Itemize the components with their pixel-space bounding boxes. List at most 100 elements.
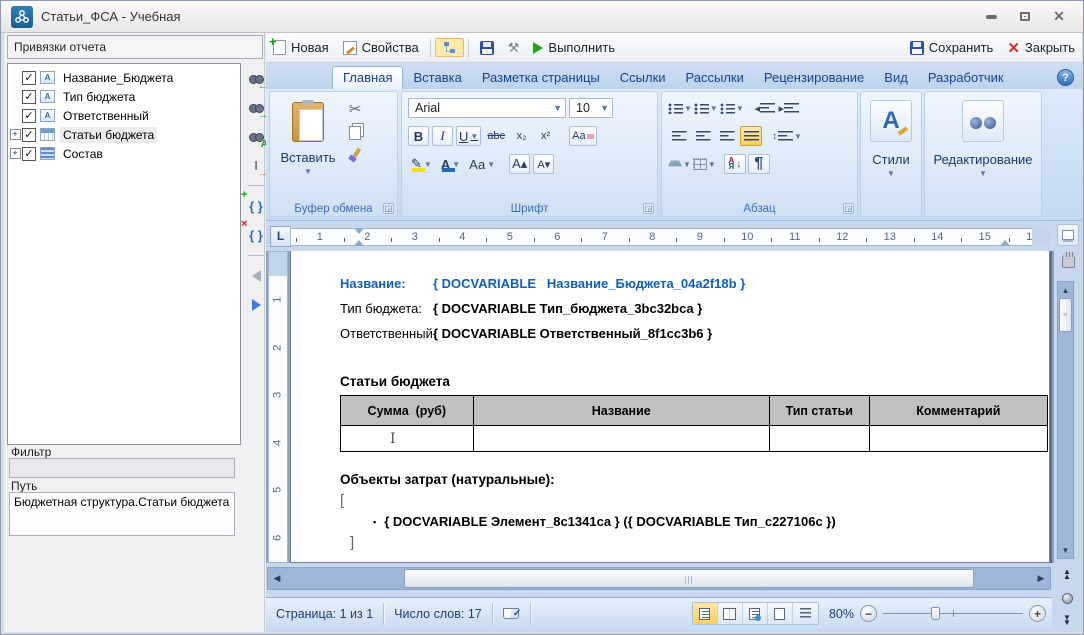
vertical-scroll-thumb[interactable]: ≡: [1059, 298, 1072, 332]
tab-glavnaya[interactable]: Главная: [332, 66, 403, 89]
tab-ssylki[interactable]: Ссылки: [610, 67, 676, 89]
font-family-select[interactable]: Arial▼: [408, 98, 566, 118]
font-color-button[interactable]: А▼: [438, 154, 463, 174]
vertical-scrollbar[interactable]: ▲ ≡ ▼: [1057, 281, 1074, 559]
align-center-button[interactable]: [692, 126, 714, 146]
expand-icon[interactable]: +: [10, 129, 21, 140]
checkbox-checked-icon[interactable]: ✓: [22, 71, 36, 85]
checkbox-checked-icon[interactable]: ✓: [22, 90, 36, 104]
bullets-button[interactable]: ▼: [668, 98, 692, 118]
run-report-button[interactable]: Выполнить: [526, 38, 622, 57]
zoom-in-button[interactable]: +: [1029, 605, 1046, 622]
font-size-select[interactable]: 10▼: [569, 98, 613, 118]
increase-indent-button[interactable]: ▸: [778, 98, 800, 118]
horizontal-scrollbar[interactable]: ◀ ||| ▶: [267, 567, 1051, 590]
scroll-up-arrow[interactable]: ▲: [1058, 282, 1073, 298]
previous-page-button[interactable]: ▲▲: [1057, 569, 1077, 579]
navigate-forward-button[interactable]: [246, 294, 266, 316]
tree-item-nazvanie-byudzheta[interactable]: ✓ A Название_Бюджета: [8, 68, 240, 87]
reading-view-button[interactable]: [718, 603, 743, 624]
table-row[interactable]: I: [341, 426, 1048, 452]
tab-razmetka[interactable]: Разметка страницы: [472, 67, 610, 89]
new-report-button[interactable]: Новая: [266, 38, 336, 57]
format-painter-button[interactable]: [348, 148, 362, 162]
budget-items-table[interactable]: Сумма (руб) Название Тип статьи Коммента…: [340, 395, 1048, 452]
word-count-status[interactable]: Число слов: 17: [384, 603, 493, 625]
editing-button[interactable]: Редактирование ▼: [928, 96, 1038, 198]
checkbox-checked-icon[interactable]: ✓: [22, 147, 36, 161]
change-case-button[interactable]: Аа▼: [466, 154, 498, 174]
styles-button[interactable]: А Стили ▼: [864, 96, 918, 198]
subscript-button[interactable]: x₂: [511, 126, 532, 146]
cut-button[interactable]: ✂: [349, 100, 362, 118]
bullet-field-line[interactable]: ▪ { DOCVARIABLE Элемент_8c1341ca } ({ DO…: [340, 511, 1048, 533]
tree-item-tip-byudzheta[interactable]: ✓ A Тип бюджета: [8, 87, 240, 106]
field-line-otvetstvennyj[interactable]: Ответственный: { DOCVARIABLE Ответственн…: [340, 321, 1048, 346]
properties-button[interactable]: Свойства: [336, 38, 426, 57]
tab-selector[interactable]: L: [270, 226, 291, 247]
field-line-tip[interactable]: Тип бюджета: { DOCVARIABLE Тип_бюджета_3…: [340, 296, 1048, 321]
zoom-level[interactable]: 80%: [829, 607, 854, 621]
dialog-launcher-icon[interactable]: ◲: [843, 203, 854, 214]
settings-tools-button[interactable]: ⚒: [501, 38, 527, 58]
clear-formatting-button[interactable]: Аа: [569, 126, 597, 146]
zoom-slider[interactable]: [883, 605, 1023, 622]
italic-button[interactable]: I: [432, 126, 453, 146]
find-previous-binding-button[interactable]: ←: [246, 67, 266, 89]
dialog-launcher-icon[interactable]: ◲: [383, 203, 394, 214]
save-template-button[interactable]: [473, 39, 501, 57]
horizontal-ruler[interactable]: 12345678910111213141516: [290, 228, 1050, 246]
numbering-button[interactable]: ▼: [694, 98, 718, 118]
copy-button[interactable]: [349, 126, 361, 140]
multilevel-list-button[interactable]: ▼: [720, 98, 744, 118]
checkbox-checked-icon[interactable]: ✓: [22, 109, 36, 123]
print-layout-view-button[interactable]: [693, 603, 718, 624]
toggle-bindings-panel-button[interactable]: [435, 38, 464, 57]
highlight-color-button[interactable]: ✎▼: [408, 154, 435, 174]
bold-button[interactable]: B: [408, 126, 429, 146]
tab-vid[interactable]: Вид: [874, 67, 918, 89]
tree-item-stati-byudzheta[interactable]: + ✓ Статьи бюджета: [8, 125, 240, 144]
spellcheck-status[interactable]: [493, 603, 531, 625]
insert-field-button[interactable]: +{ }: [246, 195, 266, 217]
decrease-indent-button[interactable]: ◂: [754, 98, 776, 118]
vertical-ruler[interactable]: 123456: [268, 251, 288, 563]
tree-item-otvetstvennyj[interactable]: ✓ A Ответственный: [8, 106, 240, 125]
select-browse-object-button[interactable]: [1057, 593, 1077, 604]
navigate-back-button[interactable]: [246, 265, 266, 287]
tab-rassylki[interactable]: Рассылки: [676, 67, 754, 89]
page-count-status[interactable]: Страница: 1 из 1: [266, 603, 384, 625]
sort-button[interactable]: АЯ↓: [724, 154, 746, 174]
grow-font-button[interactable]: А▴: [509, 154, 530, 174]
save-button[interactable]: Сохранить: [903, 38, 1001, 57]
next-page-button[interactable]: ▼▼: [1057, 615, 1077, 625]
document-area[interactable]: 123456 Название: { DOCVARIABLE Название_…: [266, 251, 1054, 563]
minimize-button[interactable]: [983, 10, 999, 24]
help-button[interactable]: ?: [1057, 69, 1074, 86]
document-page[interactable]: Название: { DOCVARIABLE Название_Бюджета…: [290, 251, 1050, 563]
remove-field-button[interactable]: ×{ }: [246, 224, 266, 246]
show-marks-button[interactable]: ¶: [748, 154, 770, 174]
outline-view-button[interactable]: [768, 603, 793, 624]
shading-button[interactable]: ▼: [668, 154, 691, 174]
goto-cursor-button[interactable]: I→: [246, 154, 266, 176]
tab-recenzirovanie[interactable]: Рецензирование: [754, 67, 874, 89]
align-right-button[interactable]: [716, 126, 738, 146]
bindings-tree[interactable]: ✓ A Название_Бюджета ✓ A Тип бюджета ✓ A…: [7, 63, 241, 445]
scroll-right-arrow[interactable]: ▶: [1032, 568, 1050, 589]
checkbox-checked-icon[interactable]: ✓: [22, 128, 36, 142]
scroll-left-arrow[interactable]: ◀: [268, 568, 286, 589]
zoom-out-button[interactable]: −: [860, 605, 877, 622]
ruler-toggle-button[interactable]: [1057, 224, 1079, 246]
dialog-launcher-icon[interactable]: ◲: [643, 203, 654, 214]
close-button[interactable]: ✕Закрыть: [1000, 37, 1082, 59]
scroll-down-arrow[interactable]: ▼: [1058, 542, 1073, 558]
underline-button[interactable]: U▼: [456, 126, 481, 146]
borders-button[interactable]: ▼: [693, 154, 716, 174]
shrink-font-button[interactable]: А▾: [533, 154, 554, 174]
justify-button[interactable]: [740, 126, 762, 146]
filter-input[interactable]: [9, 458, 235, 478]
superscript-button[interactable]: x²: [535, 126, 556, 146]
tree-item-sostav[interactable]: + ✓ Состав: [8, 144, 240, 163]
zoom-slider-thumb[interactable]: [931, 607, 940, 620]
